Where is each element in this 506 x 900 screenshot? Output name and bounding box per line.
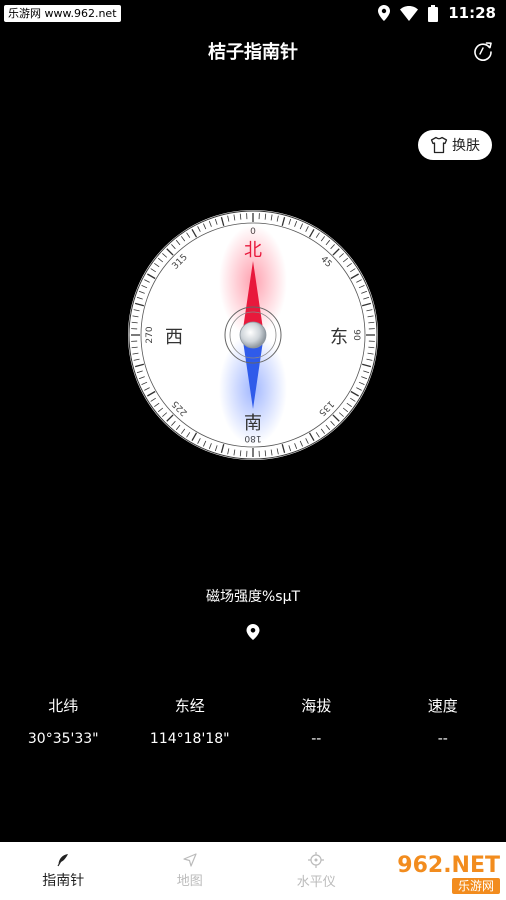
magnetic-strength: 磁场强度%sμT [205,589,301,605]
tshirt-icon [430,136,448,154]
direction-west: 西 [165,327,183,348]
status-time: 11:28 [448,4,496,22]
direction-south: 南 [244,413,262,434]
wifi-icon [400,5,419,21]
info-label: 海拔 [301,697,332,715]
brand-watermark: 962.NET 乐游网 [370,852,500,896]
tab-map[interactable]: 地图 [127,842,254,900]
info-speed: 速度 -- [380,695,506,747]
tab-label: 水平仪 [296,875,336,890]
navigation-arrow-icon [183,853,197,867]
status-bar: 乐游网 www.962.net 11:28 [0,0,506,28]
info-label: 东经 [174,697,205,715]
refresh-button[interactable] [472,40,494,62]
skin-button-label: 换肤 [452,138,480,154]
degree-label: 270 [145,326,155,343]
crosshair-icon [308,852,325,868]
info-label: 速度 [427,697,458,715]
refresh-icon [472,40,494,62]
skin-button[interactable]: 换肤 [418,130,492,160]
tab-label: 地图 [176,874,203,889]
info-value: 114°18'18" [149,731,230,747]
info-value: -- [311,731,322,747]
info-label: 北纬 [48,697,79,715]
info-value: 30°35'33" [27,731,99,747]
page-title: 桔子指南针 [208,42,298,63]
brand-watermark-top: 962.NET [397,853,500,878]
status-icons: 11:28 [378,4,496,22]
compass-dial: 04590135180225270315 北 南 东 西 [127,209,379,461]
tab-level[interactable]: 水平仪 [253,842,380,900]
location-icon [378,5,391,21]
brand-watermark-bottom: 乐游网 [451,878,500,894]
tab-label: 指南针 [42,872,85,889]
direction-east: 东 [330,327,348,348]
compass-knob [239,321,267,349]
location-info: 北纬 30°35'33" 东经 114°18'18" 海拔 -- 速度 -- [0,695,506,747]
direction-north: 北 [244,240,262,261]
info-latitude: 北纬 30°35'33" [0,695,127,747]
info-longitude: 东经 114°18'18" [127,695,254,747]
info-altitude: 海拔 -- [253,695,380,747]
feather-icon [56,853,70,867]
battery-icon [428,4,439,22]
degree-label: 90 [351,329,361,341]
tab-compass[interactable]: 指南针 [0,842,127,900]
bottom-tab-bar: 指南针 地图 水平仪 962.NET 乐游网 [0,842,506,900]
info-value: -- [437,731,448,747]
location-pin-icon [246,624,260,640]
watermark-text: 乐游网 www.962.net [4,5,121,22]
compass-svg: 04590135180225270315 北 南 东 西 [128,210,378,460]
